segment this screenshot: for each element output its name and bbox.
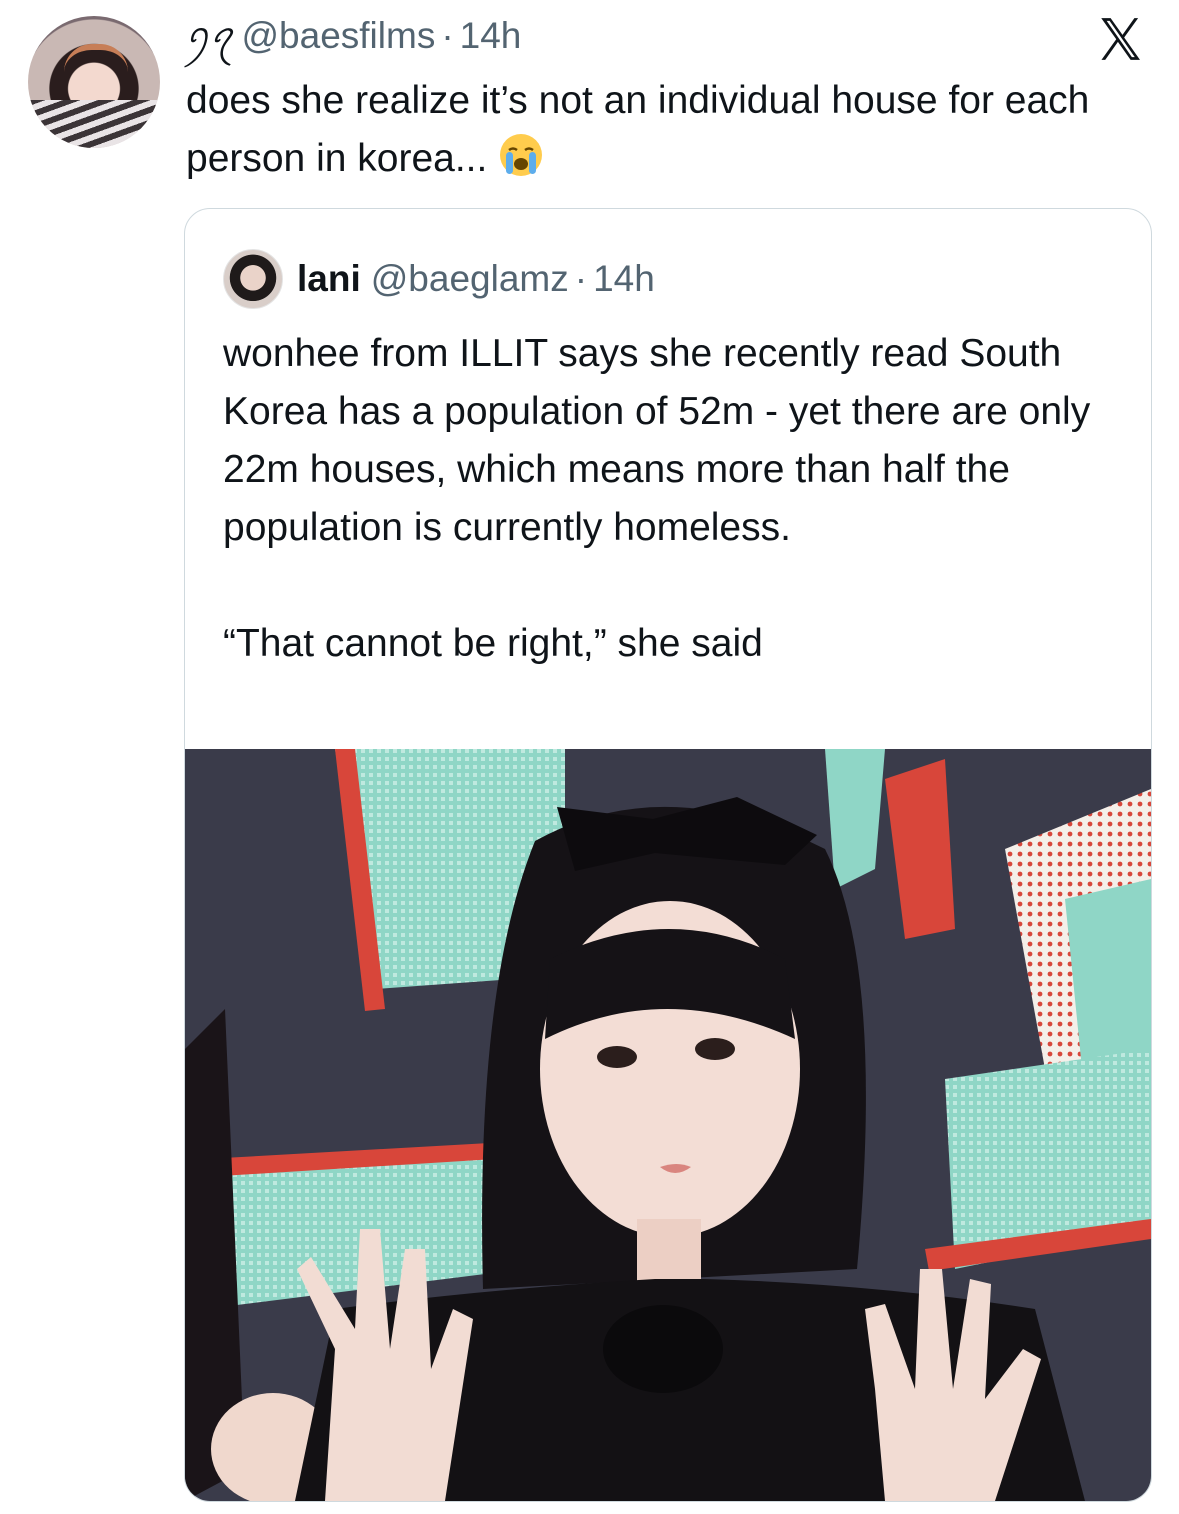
- author-avatar[interactable]: [28, 16, 160, 148]
- quoted-tweet-time[interactable]: 14h: [593, 258, 655, 300]
- display-name[interactable]: ꪆꪖ: [186, 14, 233, 58]
- avatar-striped-shirt: [28, 100, 160, 148]
- quoted-tweet-body: wonhee from ILLIT says she recently read…: [223, 325, 1123, 673]
- x-logo-icon[interactable]: [1095, 14, 1145, 64]
- tweet-header: ꪆꪖ @baesfilms · 14h: [186, 14, 521, 58]
- separator-dot: ·: [574, 258, 588, 299]
- quoted-tweet-header: lani @baeglamz · 14h: [223, 249, 655, 309]
- separator-dot: ·: [441, 15, 454, 56]
- loudly-crying-face-emoji-icon: [500, 134, 543, 176]
- quoted-author-name[interactable]: lani: [297, 258, 361, 300]
- quoted-tweet-card[interactable]: lani @baeglamz · 14h wonhee from ILLIT s…: [184, 208, 1152, 1502]
- quoted-tweet-photo[interactable]: [185, 749, 1151, 1501]
- quoted-paragraph-1: wonhee from ILLIT says she recently read…: [223, 332, 1091, 549]
- tweet-text: does she realize it’s not an individual …: [186, 79, 1090, 180]
- quoted-paragraph-2: “That cannot be right,” she said: [223, 622, 763, 665]
- tweet-body: does she realize it’s not an individual …: [186, 72, 1146, 188]
- quoted-author-avatar[interactable]: [223, 249, 283, 309]
- tweet-time[interactable]: 14h: [460, 14, 522, 58]
- quoted-author-handle[interactable]: @baeglamz: [371, 258, 569, 300]
- avatar-ears-filter: [64, 44, 128, 72]
- author-handle[interactable]: @baesfilms: [241, 14, 435, 58]
